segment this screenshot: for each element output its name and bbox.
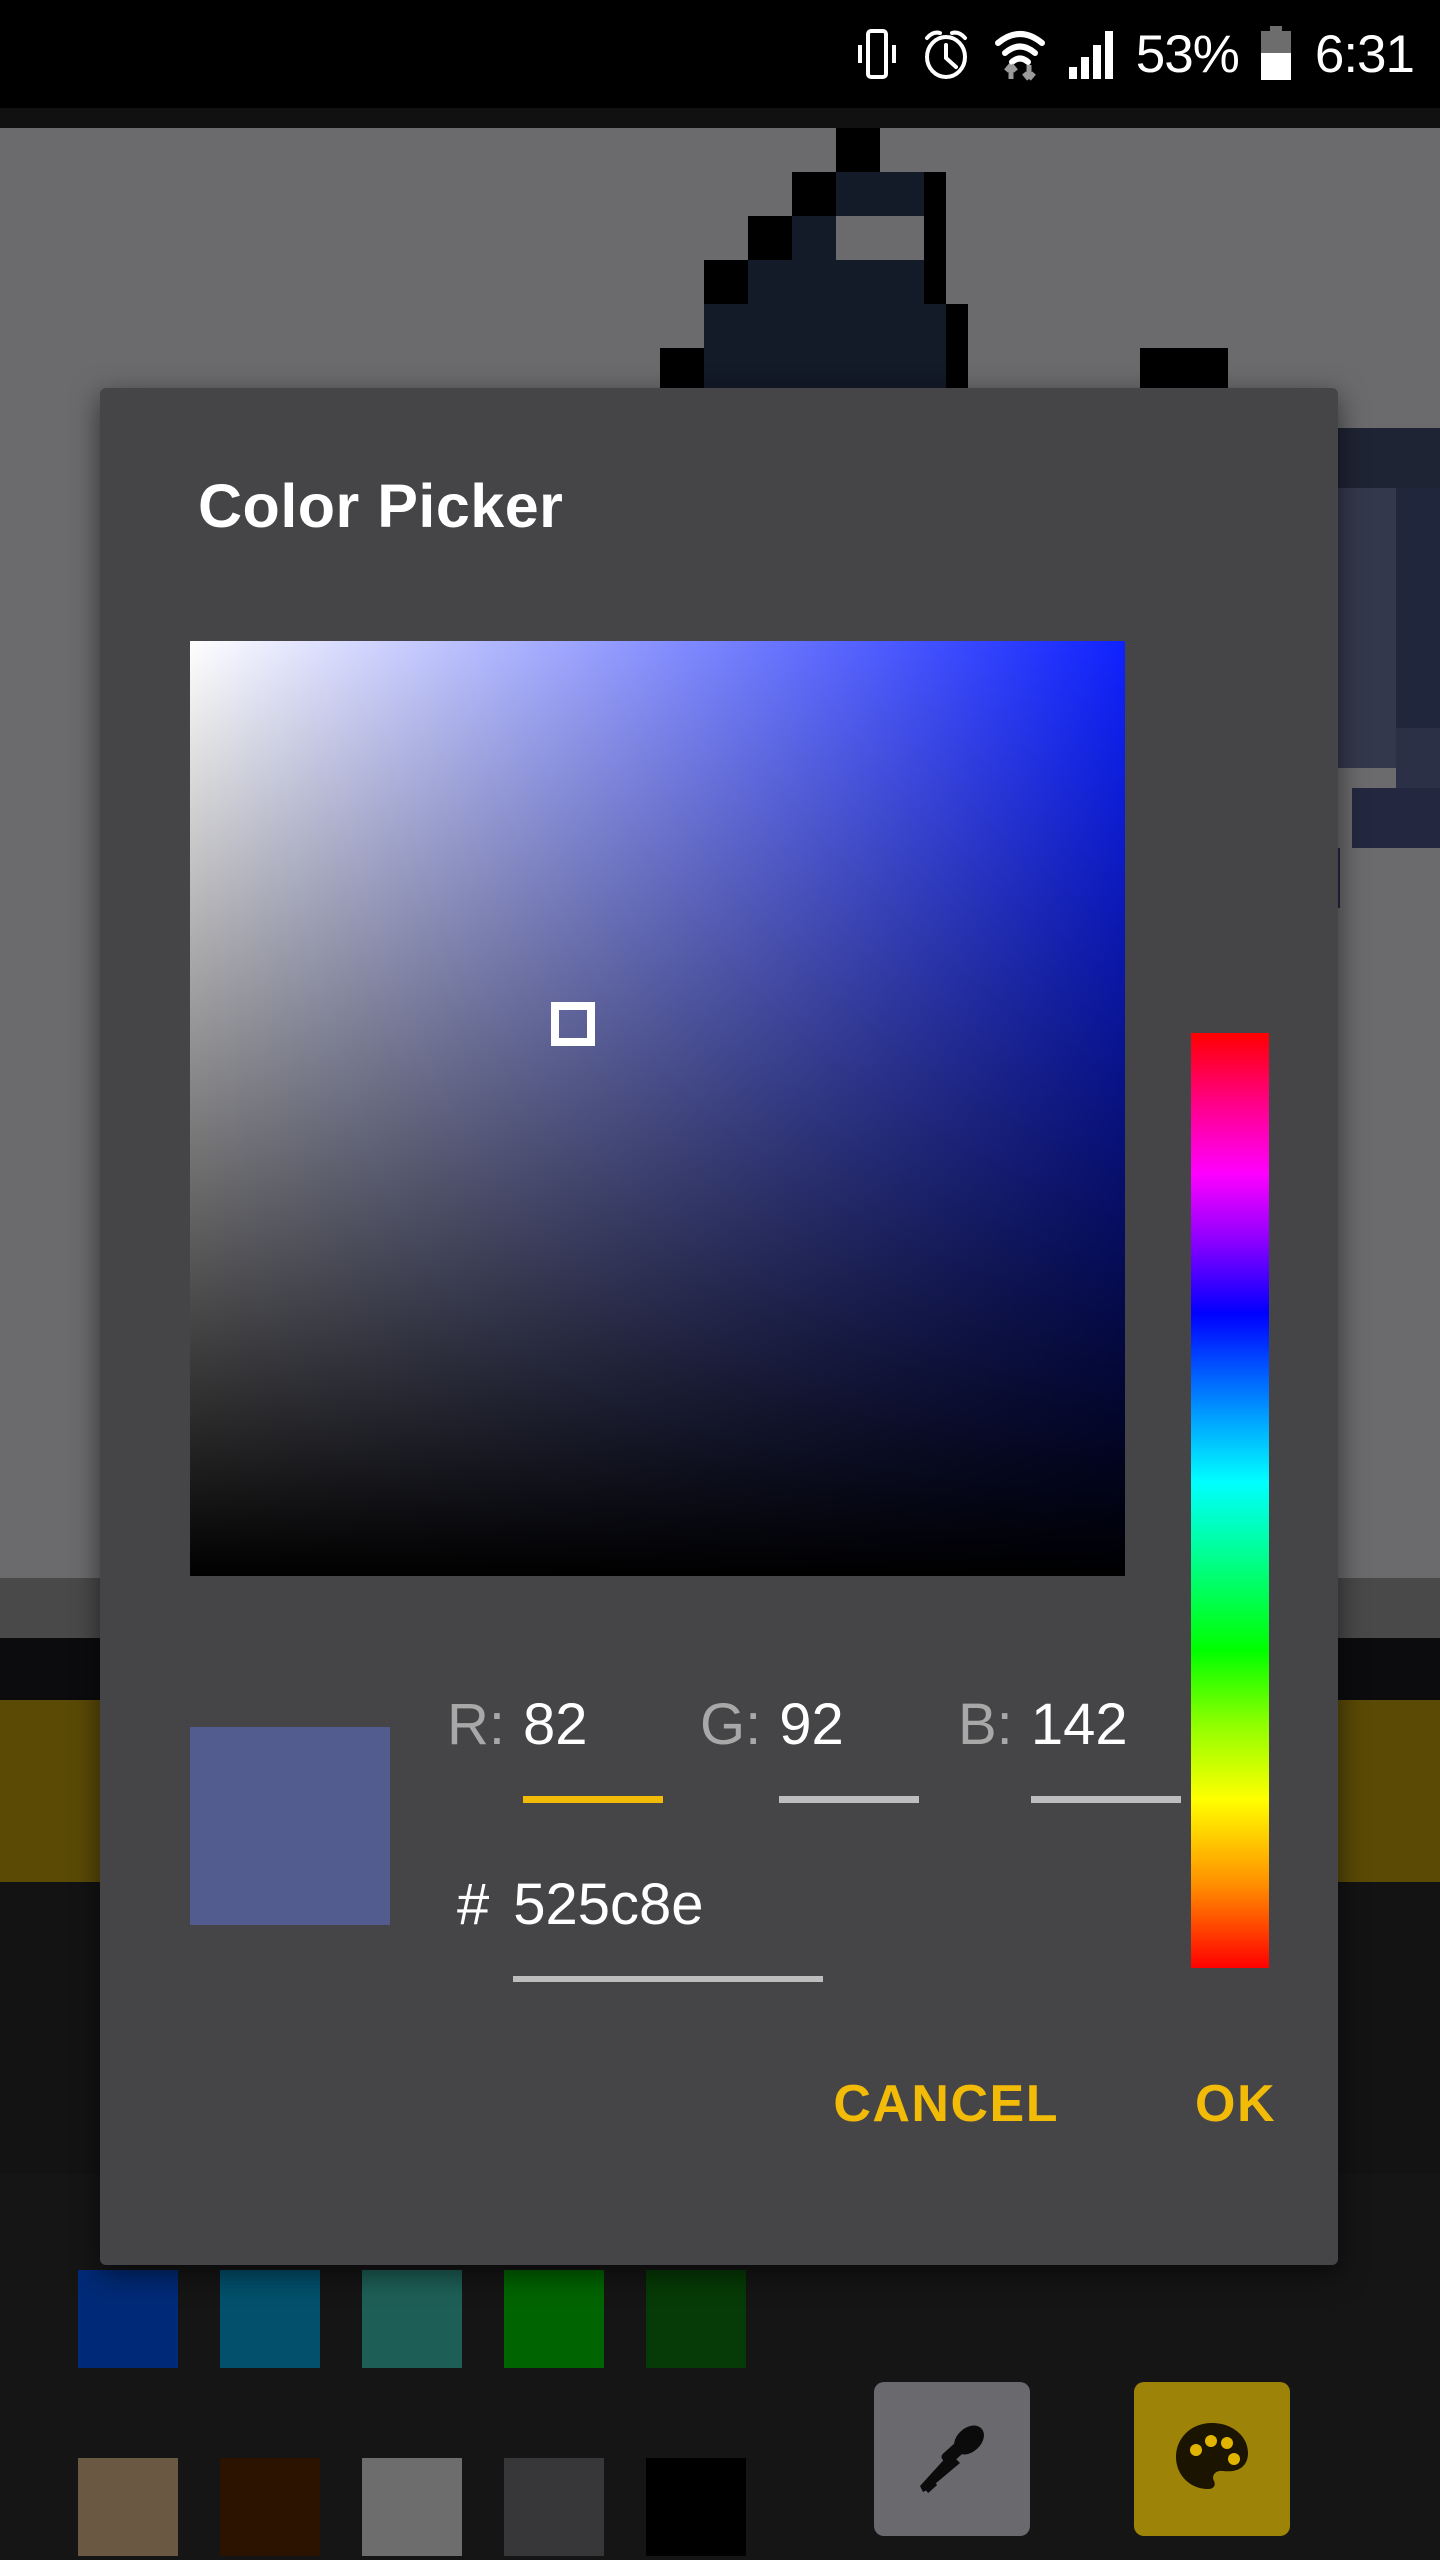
red-channel-label: R: xyxy=(447,1692,505,1757)
red-channel-input[interactable]: 82 xyxy=(523,1696,663,1803)
canvas-pixel xyxy=(792,216,836,260)
saturation-value-square[interactable] xyxy=(190,641,1125,1576)
hex-color-input[interactable]: 525c8e xyxy=(513,1876,824,1982)
alarm-icon xyxy=(920,24,972,84)
palette-swatch-row-2 xyxy=(78,2458,788,2556)
status-clock: 6:31 xyxy=(1314,24,1415,84)
hex-prefix-label: # xyxy=(457,1872,490,1937)
palette-swatch[interactable] xyxy=(646,2458,746,2556)
palette-swatch[interactable] xyxy=(78,2270,178,2368)
palette-swatch[interactable] xyxy=(220,2458,320,2556)
eyedropper-button[interactable] xyxy=(874,2382,1030,2536)
vibrate-icon xyxy=(854,24,900,84)
page-title: Color Picker xyxy=(198,472,564,540)
color-picker-dialog: Color Picker R: 82 G: 92 B: 142 # 525c8e… xyxy=(100,388,1338,2265)
palette-swatch[interactable] xyxy=(220,2270,320,2368)
hue-slider[interactable] xyxy=(1191,1033,1269,1968)
cancel-button[interactable]: CANCEL xyxy=(833,2078,1059,2130)
palette-icon xyxy=(1176,2423,1248,2489)
palette-swatch[interactable] xyxy=(362,2458,462,2556)
dialog-actions: CANCEL OK xyxy=(833,2078,1276,2130)
eyedropper-icon xyxy=(920,2425,984,2493)
canvas-pixel xyxy=(792,172,836,216)
palette-swatch-row-1 xyxy=(78,2270,788,2368)
canvas-pixel xyxy=(748,216,792,260)
canvas-pixel xyxy=(836,128,880,172)
palette-swatch[interactable] xyxy=(646,2270,746,2368)
blue-channel-input[interactable]: 142 xyxy=(1030,1696,1181,1803)
canvas-pixel xyxy=(1396,728,1440,788)
blue-channel-group: B: 142 xyxy=(958,1696,1181,1803)
battery-percent-label: 53% xyxy=(1135,24,1240,84)
canvas-pixel xyxy=(748,260,924,304)
canvas-pixel xyxy=(660,348,704,392)
color-preview-swatch xyxy=(190,1727,390,1925)
red-channel-group: R: 82 xyxy=(447,1696,663,1803)
hex-color-group: # 525c8e xyxy=(457,1872,824,1982)
palette-swatch[interactable] xyxy=(504,2270,604,2368)
canvas-pixel xyxy=(1396,488,1440,728)
wifi-icon xyxy=(992,24,1048,84)
green-channel-group: G: 92 xyxy=(700,1692,920,1803)
palette-button[interactable] xyxy=(1134,2382,1290,2536)
canvas-pixel xyxy=(704,348,946,392)
canvas-pixel xyxy=(836,172,924,216)
signal-icon xyxy=(1068,24,1120,84)
green-channel-input[interactable]: 92 xyxy=(779,1696,920,1803)
canvas-pixel xyxy=(924,172,946,304)
green-channel-label: G: xyxy=(700,1692,762,1757)
ok-button[interactable]: OK xyxy=(1195,2078,1276,2130)
palette-swatch[interactable] xyxy=(504,2458,604,2556)
saturation-value-cursor[interactable] xyxy=(551,1002,596,1047)
palette-swatch[interactable] xyxy=(78,2458,178,2556)
canvas-pixel xyxy=(704,304,946,348)
palette-swatch[interactable] xyxy=(362,2270,462,2368)
battery-icon xyxy=(1259,24,1293,84)
status-bar: 53% 6:31 xyxy=(0,0,1440,108)
canvas-pixel xyxy=(1352,788,1440,848)
blue-channel-label: B: xyxy=(958,1692,1013,1757)
